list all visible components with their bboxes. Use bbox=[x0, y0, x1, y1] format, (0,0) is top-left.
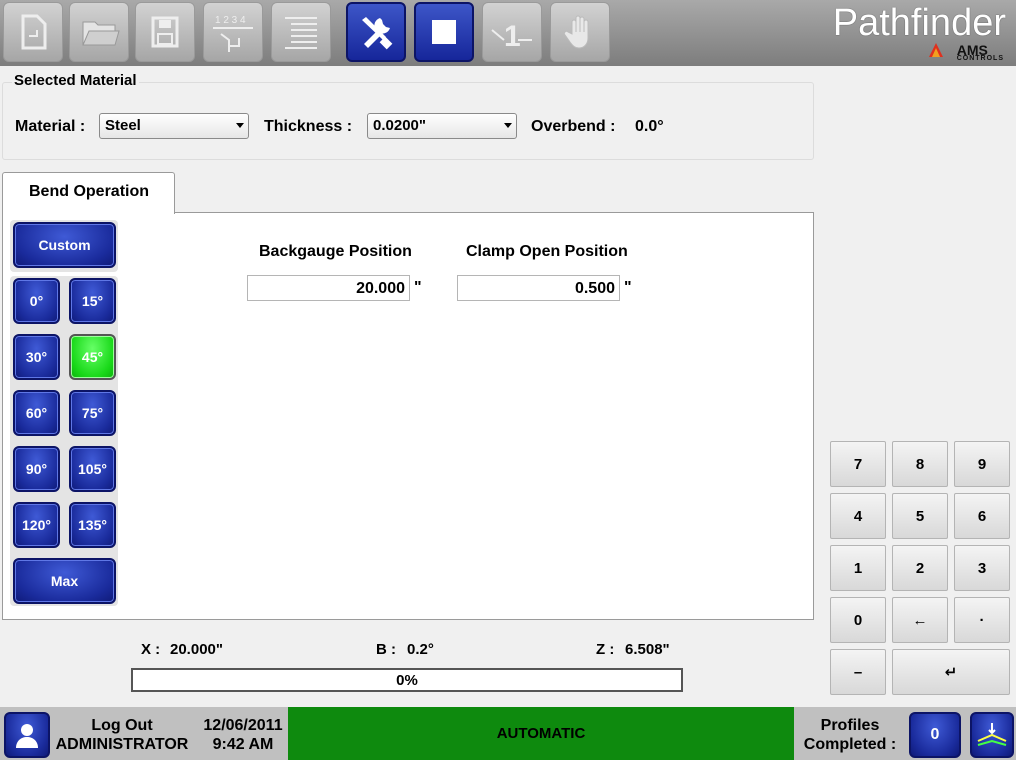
bend-operation-panel bbox=[2, 212, 814, 620]
clamp-open-input[interactable]: 0.500 bbox=[457, 275, 620, 301]
backgauge-label: Backgauge Position bbox=[259, 243, 412, 260]
key-decimal[interactable]: · bbox=[954, 597, 1010, 643]
angle-button-135[interactable]: 135° bbox=[69, 502, 116, 548]
single-step-button[interactable]: 1 bbox=[482, 2, 542, 62]
material-select-value: Steel bbox=[105, 117, 141, 134]
angle-button-105[interactable]: 105° bbox=[69, 446, 116, 492]
tools-button[interactable] bbox=[346, 2, 406, 62]
key-2[interactable]: 2 bbox=[892, 545, 948, 591]
overbend-label: Overbend : bbox=[531, 118, 616, 135]
x-axis-label: X : bbox=[141, 641, 161, 658]
angle-button-grid bbox=[10, 276, 118, 606]
angle-button-90[interactable]: 90° bbox=[13, 446, 60, 492]
logout-button[interactable] bbox=[4, 712, 50, 758]
toolbar: 1 2 3 4 1 Pathfinder AMS CONTROLS bbox=[0, 0, 1016, 66]
clamp-open-unit: " bbox=[624, 279, 632, 296]
single-step-icon: 1 bbox=[491, 20, 532, 53]
hold-button[interactable] bbox=[550, 2, 610, 62]
x-axis-value: 20.000" bbox=[170, 641, 223, 658]
key-minus[interactable]: – bbox=[830, 649, 886, 695]
angle-button-75[interactable]: 75° bbox=[69, 390, 116, 436]
angle-button-15[interactable]: 15° bbox=[69, 278, 116, 324]
user-name: ADMINISTRATOR bbox=[55, 736, 189, 753]
logout-label: Log Out bbox=[91, 717, 153, 734]
svg-text:1 2 3 4: 1 2 3 4 bbox=[215, 15, 246, 26]
machine-mode-status: AUTOMATIC bbox=[288, 707, 794, 760]
brand-name: Pathfinder bbox=[832, 2, 1006, 44]
profiles-completed-label: Profiles Completed : bbox=[796, 716, 904, 754]
svg-text:1: 1 bbox=[504, 20, 521, 53]
stop-button[interactable] bbox=[414, 2, 474, 62]
key-3[interactable]: 3 bbox=[954, 545, 1010, 591]
key-5[interactable]: 5 bbox=[892, 493, 948, 539]
key-backspace[interactable]: ← bbox=[892, 597, 948, 643]
profiles-count-button[interactable]: 0 bbox=[909, 712, 961, 758]
bend-sequence-icon: 1 2 3 4 bbox=[213, 15, 253, 52]
chevron-down-icon bbox=[236, 123, 244, 128]
key-7[interactable]: 7 bbox=[830, 441, 886, 487]
list-button[interactable] bbox=[271, 2, 331, 62]
thickness-select[interactable]: 0.0200" bbox=[367, 113, 517, 139]
open-file-button[interactable] bbox=[69, 2, 129, 62]
material-label: Material : bbox=[15, 118, 86, 135]
chevron-down-icon bbox=[504, 123, 512, 128]
b-axis-label: B : bbox=[376, 641, 396, 658]
overbend-value: 0.0° bbox=[635, 118, 664, 135]
new-file-button[interactable] bbox=[3, 2, 63, 62]
brand-area: Pathfinder AMS CONTROLS bbox=[810, 2, 1010, 64]
machine-view-button[interactable] bbox=[970, 712, 1014, 758]
backgauge-input[interactable]: 20.000 bbox=[247, 275, 410, 301]
selected-material-title: Selected Material bbox=[12, 72, 139, 89]
bend-machine-icon bbox=[977, 723, 1007, 746]
key-9[interactable]: 9 bbox=[954, 441, 1010, 487]
logout-info: Log Out ADMINISTRATOR bbox=[54, 716, 190, 754]
key-6[interactable]: 6 bbox=[954, 493, 1010, 539]
user-icon bbox=[16, 724, 38, 748]
list-lines-icon bbox=[285, 17, 317, 49]
stop-icon bbox=[432, 20, 456, 44]
z-axis-label: Z : bbox=[596, 641, 615, 658]
date-text: 12/06/2011 bbox=[203, 717, 283, 734]
clamp-open-label: Clamp Open Position bbox=[466, 243, 628, 260]
save-disk-icon bbox=[151, 16, 179, 48]
angle-button-0[interactable]: 0° bbox=[13, 278, 60, 324]
time-text: 9:42 AM bbox=[212, 736, 274, 753]
profiles-label-line2: Completed : bbox=[803, 736, 897, 753]
thickness-label: Thickness : bbox=[264, 118, 353, 135]
brand-logo: AMS CONTROLS bbox=[957, 42, 1004, 62]
material-select[interactable]: Steel bbox=[99, 113, 249, 139]
backgauge-unit: " bbox=[414, 279, 422, 296]
new-file-icon bbox=[21, 14, 47, 50]
key-enter[interactable]: ↵ bbox=[892, 649, 1010, 695]
datetime: 12/06/2011 9:42 AM bbox=[200, 716, 286, 754]
profiles-label-line1: Profiles bbox=[820, 717, 880, 734]
z-axis-value: 6.508" bbox=[625, 641, 670, 658]
bend-sequence-button[interactable]: 1 2 3 4 bbox=[203, 2, 263, 62]
key-1[interactable]: 1 bbox=[830, 545, 886, 591]
tab-bend-operation[interactable]: Bend Operation bbox=[2, 172, 175, 214]
progress-bar: 0% bbox=[131, 668, 683, 692]
save-button[interactable] bbox=[135, 2, 195, 62]
tools-icon bbox=[362, 17, 393, 50]
angle-button-30[interactable]: 30° bbox=[13, 334, 60, 380]
hand-icon bbox=[563, 15, 589, 49]
ams-logo-icon bbox=[929, 43, 943, 57]
max-angle-button[interactable]: Max bbox=[13, 558, 116, 604]
b-axis-value: 0.2° bbox=[407, 641, 434, 658]
brand-logo-sub: CONTROLS bbox=[956, 55, 1004, 62]
angle-button-45[interactable]: 45° bbox=[69, 334, 116, 380]
key-4[interactable]: 4 bbox=[830, 493, 886, 539]
key-0[interactable]: 0 bbox=[830, 597, 886, 643]
custom-angle-button[interactable]: Custom bbox=[13, 222, 116, 268]
thickness-select-value: 0.0200" bbox=[373, 117, 426, 134]
angle-button-60[interactable]: 60° bbox=[13, 390, 60, 436]
angle-button-120[interactable]: 120° bbox=[13, 502, 60, 548]
open-folder-icon bbox=[82, 21, 120, 46]
key-8[interactable]: 8 bbox=[892, 441, 948, 487]
